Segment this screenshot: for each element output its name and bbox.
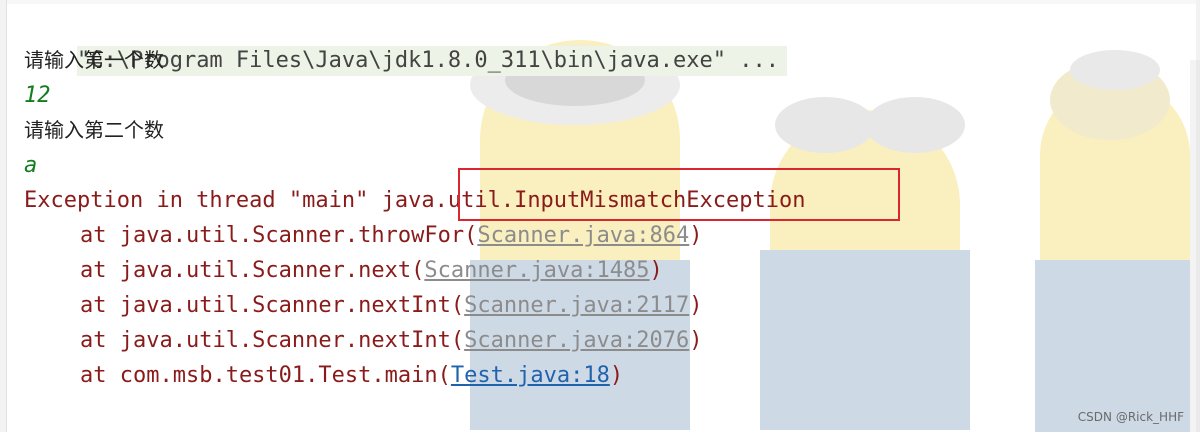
- stack-frame: at com.msb.test01.Test.main(Test.java:18…: [24, 358, 1190, 393]
- stack-frame-close-paren: ): [689, 328, 703, 353]
- stack-frame: at java.util.Scanner.throwFor(Scanner.ja…: [24, 218, 1190, 253]
- stack-frame-method: at java.util.Scanner.nextInt(: [80, 328, 465, 353]
- stack-frame-source-link[interactable]: Scanner.java:2076: [464, 328, 689, 353]
- stack-frame: at java.util.Scanner.next(Scanner.java:1…: [24, 253, 1190, 288]
- stack-frame-source-link[interactable]: Test.java:18: [451, 363, 610, 388]
- csdn-watermark: CSDN @Rick_HHF: [1077, 410, 1184, 424]
- stack-frame-source-link[interactable]: Scanner.java:864: [477, 223, 689, 248]
- stack-frame-method: at java.util.Scanner.nextInt(: [80, 293, 465, 318]
- stack-frame-method: at com.msb.test01.Test.main(: [80, 363, 451, 388]
- stack-frame-source-link[interactable]: Scanner.java:2117: [464, 293, 689, 318]
- stack-frame: at java.util.Scanner.nextInt(Scanner.jav…: [24, 288, 1190, 323]
- console-line-command: "C:\Program Files\Java\jdk1.8.0_311\bin\…: [24, 8, 1190, 76]
- stack-frame: at java.util.Scanner.nextInt(Scanner.jav…: [24, 323, 1190, 358]
- console-line-input-first: 12: [24, 83, 51, 108]
- stack-frame-close-paren: ): [609, 363, 624, 388]
- stack-frame-close-paren: ): [649, 258, 663, 283]
- console-line-prompt-second: 请输入第二个数: [24, 118, 164, 142]
- stack-frame-method: at java.util.Scanner.throwFor(: [80, 223, 478, 248]
- stack-frame-close-paren: ): [689, 293, 703, 318]
- console-line-prompt-first: 请输入第一个数: [24, 48, 164, 72]
- stack-frame-source-link[interactable]: Scanner.java:1485: [424, 258, 649, 283]
- stack-frame-close-paren: ): [689, 223, 703, 248]
- stack-frame-method: at java.util.Scanner.next(: [80, 258, 425, 283]
- exception-highlight-box: [458, 168, 900, 221]
